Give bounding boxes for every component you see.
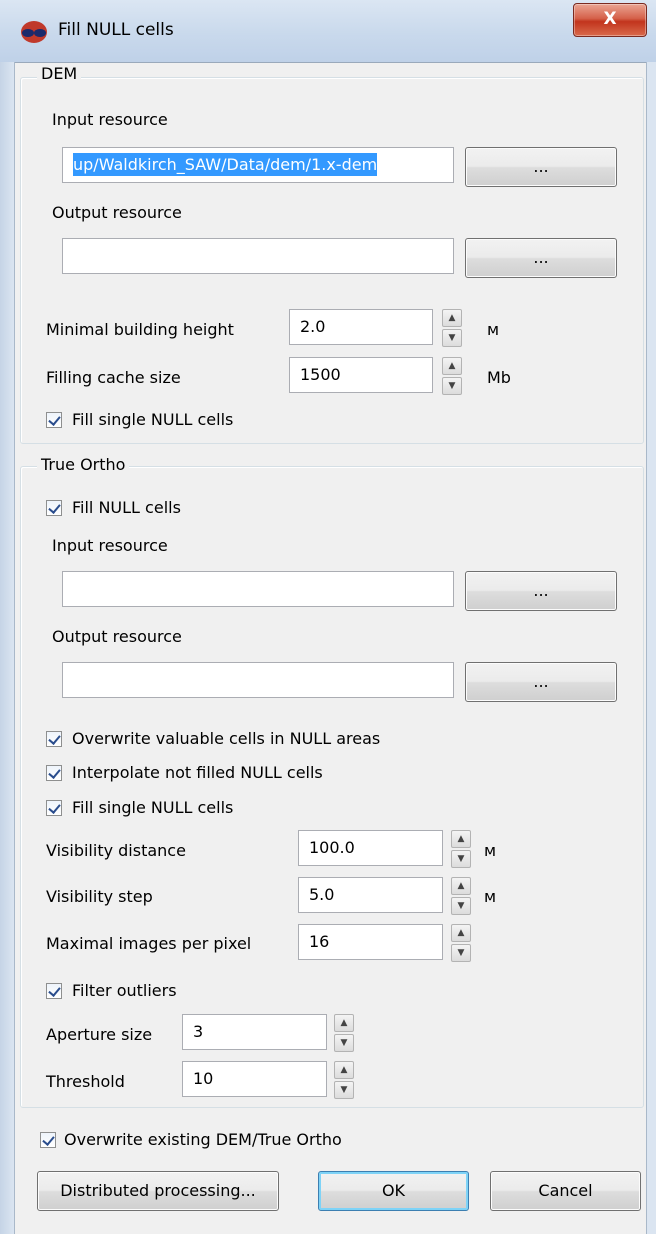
filter-outliers-checkbox[interactable] [46, 983, 62, 999]
filter-outliers-label: Filter outliers [72, 981, 177, 1000]
ortho-fill-single-label: Fill single NULL cells [72, 798, 234, 817]
spin-up-icon[interactable]: ▲ [442, 309, 462, 327]
dem-input-browse-button[interactable]: ... [465, 147, 617, 187]
ortho-fill-null-checkbox[interactable] [46, 500, 62, 516]
spin-down-icon[interactable]: ▼ [451, 944, 471, 962]
visibility-step-spinner[interactable]: ▲ ▼ [451, 877, 471, 915]
spin-up-icon[interactable]: ▲ [451, 830, 471, 848]
visibility-distance-spinner[interactable]: ▲ ▼ [451, 830, 471, 868]
ok-button[interactable]: OK [318, 1171, 469, 1211]
overwrite-valuable-checkbox[interactable] [46, 731, 62, 747]
aperture-size-label: Aperture size [46, 1025, 153, 1044]
spin-up-icon[interactable]: ▲ [334, 1014, 354, 1032]
ortho-output-field[interactable] [62, 662, 454, 698]
ortho-input-label: Input resource [52, 536, 168, 555]
overwrite-existing-label: Overwrite existing DEM/True Ortho [64, 1130, 342, 1149]
overwrite-existing-checkbox[interactable] [40, 1132, 56, 1148]
dem-fill-single-checkbox[interactable] [46, 412, 62, 428]
cancel-button[interactable]: Cancel [490, 1171, 641, 1211]
visibility-step-unit: м [484, 887, 497, 906]
visibility-step-field[interactable]: 5.0 [298, 877, 443, 913]
visibility-distance-field[interactable]: 100.0 [298, 830, 443, 866]
aperture-size-field[interactable]: 3 [182, 1014, 327, 1050]
min-building-height-unit: м [487, 320, 500, 339]
max-images-label: Maximal images per pixel [46, 934, 252, 953]
dem-output-label: Output resource [52, 203, 182, 222]
filling-cache-size-field[interactable]: 1500 [289, 357, 433, 393]
threshold-label: Threshold [46, 1072, 125, 1091]
min-building-height-spinner[interactable]: ▲ ▼ [442, 309, 462, 347]
dem-output-field[interactable] [62, 238, 454, 274]
filling-cache-size-unit: Mb [487, 368, 511, 387]
true-ortho-group [20, 466, 644, 1108]
distributed-processing-button[interactable]: Distributed processing... [37, 1171, 279, 1211]
dem-group-title: DEM [37, 64, 82, 83]
window-title: Fill NULL cells [58, 20, 174, 40]
app-icon [21, 21, 47, 43]
ortho-output-browse-button[interactable]: ... [465, 662, 617, 702]
dem-input-label: Input resource [52, 110, 168, 129]
spin-down-icon[interactable]: ▼ [442, 329, 462, 347]
min-building-height-label: Minimal building height [46, 320, 234, 339]
filling-cache-size-spinner[interactable]: ▲ ▼ [442, 357, 462, 395]
spin-down-icon[interactable]: ▼ [442, 377, 462, 395]
threshold-spinner[interactable]: ▲ ▼ [334, 1061, 354, 1099]
filling-cache-size-label: Filling cache size [46, 368, 181, 387]
overwrite-valuable-label: Overwrite valuable cells in NULL areas [72, 729, 381, 748]
threshold-field[interactable]: 10 [182, 1061, 327, 1097]
spin-down-icon[interactable]: ▼ [451, 850, 471, 868]
dem-input-field[interactable]: up/Waldkirch_SAW/Data/dem/1.x-dem [62, 147, 454, 183]
window-frame-right [646, 62, 656, 1234]
spin-down-icon[interactable]: ▼ [451, 897, 471, 915]
ortho-output-label: Output resource [52, 627, 182, 646]
spin-down-icon[interactable]: ▼ [334, 1081, 354, 1099]
close-button[interactable]: X [573, 3, 647, 37]
true-ortho-group-title: True Ortho [37, 455, 130, 474]
dem-fill-single-label: Fill single NULL cells [72, 410, 234, 429]
spin-up-icon[interactable]: ▲ [334, 1061, 354, 1079]
max-images-spinner[interactable]: ▲ ▼ [451, 924, 471, 962]
spin-up-icon[interactable]: ▲ [451, 877, 471, 895]
ortho-fill-null-label: Fill NULL cells [72, 498, 181, 517]
spin-up-icon[interactable]: ▲ [451, 924, 471, 942]
spin-down-icon[interactable]: ▼ [334, 1034, 354, 1052]
visibility-distance-unit: м [484, 841, 497, 860]
spin-up-icon[interactable]: ▲ [442, 357, 462, 375]
min-building-height-field[interactable]: 2.0 [289, 309, 433, 345]
visibility-step-label: Visibility step [46, 887, 153, 906]
ortho-input-field[interactable] [62, 571, 454, 607]
interpolate-checkbox[interactable] [46, 765, 62, 781]
ortho-fill-single-checkbox[interactable] [46, 800, 62, 816]
title-bar: Fill NULL cells X [0, 0, 656, 63]
window-frame-left [0, 62, 15, 1234]
interpolate-label: Interpolate not filled NULL cells [72, 763, 323, 782]
visibility-distance-label: Visibility distance [46, 841, 186, 860]
ortho-input-browse-button[interactable]: ... [465, 571, 617, 611]
fill-null-cells-dialog: Fill NULL cells X DEM Input resource up/… [0, 0, 656, 1234]
dem-output-browse-button[interactable]: ... [465, 238, 617, 278]
aperture-size-spinner[interactable]: ▲ ▼ [334, 1014, 354, 1052]
max-images-field[interactable]: 16 [298, 924, 443, 960]
